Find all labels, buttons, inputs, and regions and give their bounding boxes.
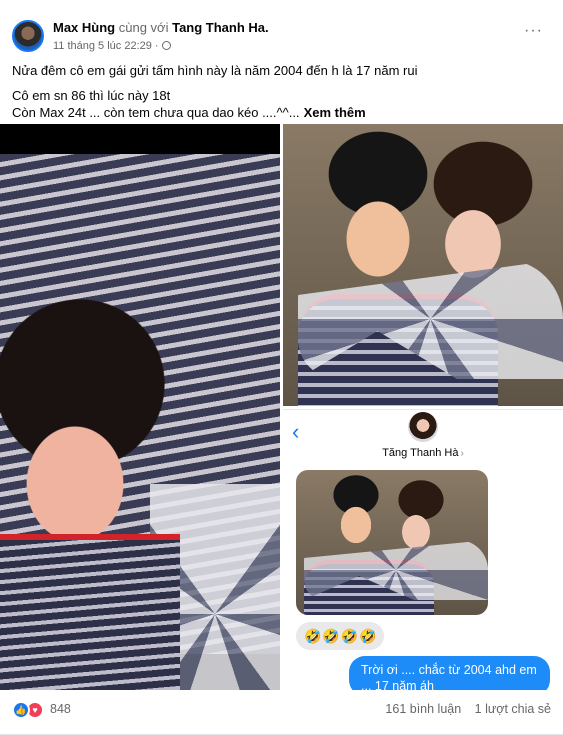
contact-name-text: Tăng Thanh Hà — [382, 447, 459, 459]
post-footer: 👍 ♥ 848 161 bình luận 1 lượt chia sẻ — [0, 690, 563, 735]
contact-avatar — [408, 412, 438, 442]
share-count[interactable]: 1 lượt chia sẻ — [475, 702, 551, 716]
chevron-right-icon: › — [460, 448, 464, 459]
with-text: cùng với — [118, 20, 169, 35]
post-text-line-3-body: Còn Max 24t ... còn tem chưa qua dao kéo… — [12, 105, 300, 120]
contact-name: Tăng Thanh Hà › — [283, 447, 563, 459]
post-text-line-3: Còn Max 24t ... còn tem chưa qua dao kéo… — [12, 104, 551, 121]
see-more-link[interactable]: Xem thêm — [304, 105, 366, 120]
comment-count[interactable]: 161 bình luận — [385, 702, 461, 716]
post-text-line-1: Nửa đêm cô em gái gửi tấm hình này là nă… — [12, 63, 418, 78]
photo-couple[interactable] — [283, 124, 563, 406]
emoji-message-bubble: 🤣🤣🤣🤣 — [296, 622, 384, 650]
post-timestamp[interactable]: 11 tháng 5 lúc 22:29 · — [53, 40, 159, 52]
reaction-count[interactable]: 848 — [50, 702, 71, 716]
author-line: Max Hùng cùng với Tang Thanh Ha. — [53, 20, 269, 35]
post-header: Max Hùng cùng với Tang Thanh Ha. 11 thán… — [12, 18, 551, 58]
back-chevron-icon: ‹ — [292, 419, 300, 444]
post-text: Nửa đêm cô em gái gửi tấm hình này là nă… — [12, 62, 551, 121]
chat-photo-message — [296, 470, 488, 615]
like-reaction-icon: 👍 — [12, 701, 30, 719]
post-text-line-2: Cô em sn 86 thì lúc này 18t — [12, 88, 171, 103]
globe-icon — [161, 41, 171, 50]
facebook-post: Max Hùng cùng với Tang Thanh Ha. 11 thán… — [0, 0, 563, 735]
photo-grid: ‹ Tăng Thanh Hà › 🤣🤣🤣🤣 Trời ơi .... chắc … — [0, 124, 563, 690]
author-avatar[interactable] — [12, 20, 44, 52]
more-options-icon[interactable]: ··· — [524, 23, 543, 39]
sent-message-bubble: Trời ơi .... chắc từ 2004 ahd em ... 17 … — [349, 656, 550, 690]
post-stats: 161 bình luận 1 lượt chia sẻ — [385, 702, 551, 716]
post-meta: 11 tháng 5 lúc 22:29 · — [53, 40, 171, 52]
portrait-shirt — [0, 534, 180, 690]
author-name[interactable]: Max Hùng — [53, 20, 115, 35]
tagged-name[interactable]: Tang Thanh Ha. — [172, 20, 269, 35]
photo-portrait[interactable] — [0, 124, 280, 690]
photo-chat-screenshot[interactable]: ‹ Tăng Thanh Hà › 🤣🤣🤣🤣 Trời ơi .... chắc … — [283, 409, 563, 690]
